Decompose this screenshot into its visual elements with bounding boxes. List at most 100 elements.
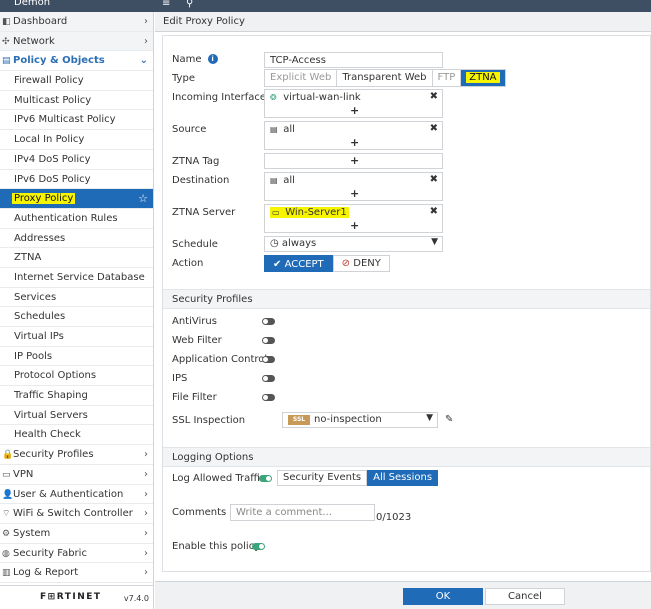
accept-button[interactable]: ✔ ACCEPT [264,255,333,272]
action-label: Action [172,258,204,269]
log-mode-toggle: Security Events All Sessions [277,470,439,486]
sidebar-item-traffic-shaping[interactable]: Traffic Shaping [0,386,153,406]
sidebar-item-label: Policy & Objects [13,55,105,67]
name-label: Name i [172,54,218,65]
sidebar-item-label: VPN [13,468,34,480]
edit-pencil-icon[interactable]: ✎ [445,414,453,425]
chevron-icon: › [144,527,148,539]
sidebar-item-label: IPv6 DoS Policy [14,173,91,185]
sidebar-item-security-fabric[interactable]: ◍ Security Fabric › [0,544,153,564]
sidebar-item-system[interactable]: ⚙ System › [0,524,153,544]
sidebar-item-label: Security Fabric [13,547,87,559]
favorite-star-icon[interactable]: ☆ [138,189,148,208]
security-profiles-header: Security Profiles [163,289,650,309]
chevron-icon: › [144,547,148,559]
sidebar-item-label: Security Profiles [13,449,94,461]
destination-field[interactable]: ▤ all ✖ + [264,172,443,201]
ztna-server-field[interactable]: ▭ Win-Server1 ✖ + [264,204,443,233]
ztna-tag-label: ZTNA Tag [172,156,220,167]
sidebar: ◧ Dashboard › ✣ Network › ▤ Policy & Objects ⌄ Fi… [0,12,154,609]
antivirus-toggle[interactable] [262,318,275,325]
ssl-inspection-select[interactable]: SSL no-inspection ▼ [282,412,438,428]
type-ftp[interactable]: FTP [433,70,462,86]
menu-icon[interactable]: ≡ [162,0,170,9]
sidebar-item-ipv6-dos-policy[interactable]: IPv6 DoS Policy [0,170,153,190]
add-icon[interactable]: + [350,136,359,149]
source-label: Source [172,124,207,135]
application-control-toggle[interactable] [262,356,275,363]
sidebar-item-virtual-ips[interactable]: Virtual IPs [0,327,153,347]
sidebar-item-network[interactable]: ✣ Network › [0,31,153,52]
user-icon: 👤 [2,489,14,500]
sidebar-item-ipv6-multicast-policy[interactable]: IPv6 Multicast Policy [0,110,153,131]
log-security-events-option[interactable]: Security Events [277,470,368,486]
sidebar-item-addresses[interactable]: Addresses [0,229,153,249]
ztna-server-entry: ▭ Win-Server1 [270,207,349,218]
sidebar-item-virtual-servers[interactable]: Virtual Servers [0,406,153,426]
sidebar-item-firewall-policy[interactable]: Firewall Policy [0,71,153,91]
sidebar-item-user-authentication[interactable]: 👤User & Authentication › [0,485,153,505]
chevron-icon: › [144,35,148,47]
add-icon[interactable]: + [350,104,359,117]
sidebar-item-log-report[interactable]: ▥ Log & Report › [0,563,153,583]
sidebar-item-wifi-switch-controller[interactable]: ⌔ WiFi & Switch Controller › [0,504,153,524]
log-allowed-traffic-toggle[interactable] [259,475,272,482]
remove-icon[interactable]: ✖ [430,174,438,185]
deny-button[interactable]: ⊘ DENY [332,255,390,272]
type-transparent-web[interactable]: Transparent Web [337,70,433,86]
enable-policy-toggle[interactable] [252,543,265,550]
ztna-server-label: ZTNA Server [172,207,236,218]
sidebar-item-label: Network [13,35,55,47]
sidebar-item-policy-objects[interactable]: ▤ Policy & Objects ⌄ [0,51,153,72]
sidebar-item-label: Schedules [14,311,66,323]
lock-icon: 🔒 [2,450,14,461]
sidebar-item-ipv4-dos-policy[interactable]: IPv4 DoS Policy [0,150,153,170]
remove-icon[interactable]: ✖ [430,91,438,102]
source-field[interactable]: ▤ all ✖ + [264,121,443,150]
remove-icon[interactable]: ✖ [430,206,438,217]
add-icon[interactable]: + [350,187,359,200]
vpn-icon: ▭ [2,469,11,480]
type-label: Type [172,73,195,84]
add-icon[interactable]: + [350,219,359,232]
file-filter-toggle[interactable] [262,394,275,401]
sidebar-item-health-check[interactable]: Health Check [0,425,153,446]
schedule-icon: ◷ [270,238,279,249]
sidebar-item-internet-service-database[interactable]: Internet Service Database [0,268,153,288]
add-icon[interactable]: + [350,154,359,167]
sidebar-item-services[interactable]: Services [0,288,153,308]
sidebar-item-local-in-policy[interactable]: Local In Policy [0,130,153,150]
ips-toggle[interactable] [262,375,275,382]
enable-policy-label: Enable this policy [172,541,261,552]
sidebar-item-schedules[interactable]: Schedules [0,307,153,327]
sidebar-item-ztna[interactable]: ZTNA [0,248,153,268]
sidebar-item-label: Authentication Rules [14,212,118,224]
sidebar-item-vpn[interactable]: ▭ VPN › [0,465,153,485]
cancel-button[interactable]: Cancel [485,588,565,605]
type-ztna[interactable]: ZTNA [461,70,505,86]
sidebar-item-dashboard[interactable]: ◧ Dashboard › [0,12,153,32]
incoming-interface-field[interactable]: ❂ virtual-wan-link ✖ + [264,89,443,118]
address-icon: ▤ [270,125,278,134]
sidebar-item-proxy-policy[interactable]: Proxy Policy ☆ [0,189,153,209]
name-input[interactable]: TCP-Access [264,52,443,68]
sidebar-item-label: User & Authentication [13,488,124,500]
sidebar-item-authentication-rules[interactable]: Authentication Rules [0,209,153,229]
comments-textarea[interactable]: Write a comment... [230,504,375,521]
comments-count: 0/1023 [376,512,412,523]
remove-icon[interactable]: ✖ [430,123,438,134]
version-label: v7.4.0 [123,594,149,603]
sidebar-item-label: WiFi & Switch Controller [13,508,133,520]
info-icon[interactable]: i [207,54,218,64]
sidebar-item-protocol-options[interactable]: Protocol Options [0,366,153,387]
schedule-select[interactable]: ◷ always ▼ [264,236,443,252]
sidebar-item-security-profiles[interactable]: 🔒Security Profiles › [0,445,153,465]
ztna-tag-field[interactable]: + [264,153,443,169]
search-icon[interactable]: ⚲ [186,0,193,9]
web-filter-toggle[interactable] [262,337,275,344]
sidebar-item-ip-pools[interactable]: IP Pools [0,347,153,367]
ok-button[interactable]: OK [403,588,483,605]
log-all-sessions-option[interactable]: All Sessions [367,470,439,486]
type-explicit-web[interactable]: Explicit Web [265,70,338,86]
sidebar-item-multicast-policy[interactable]: Multicast Policy [0,91,153,111]
